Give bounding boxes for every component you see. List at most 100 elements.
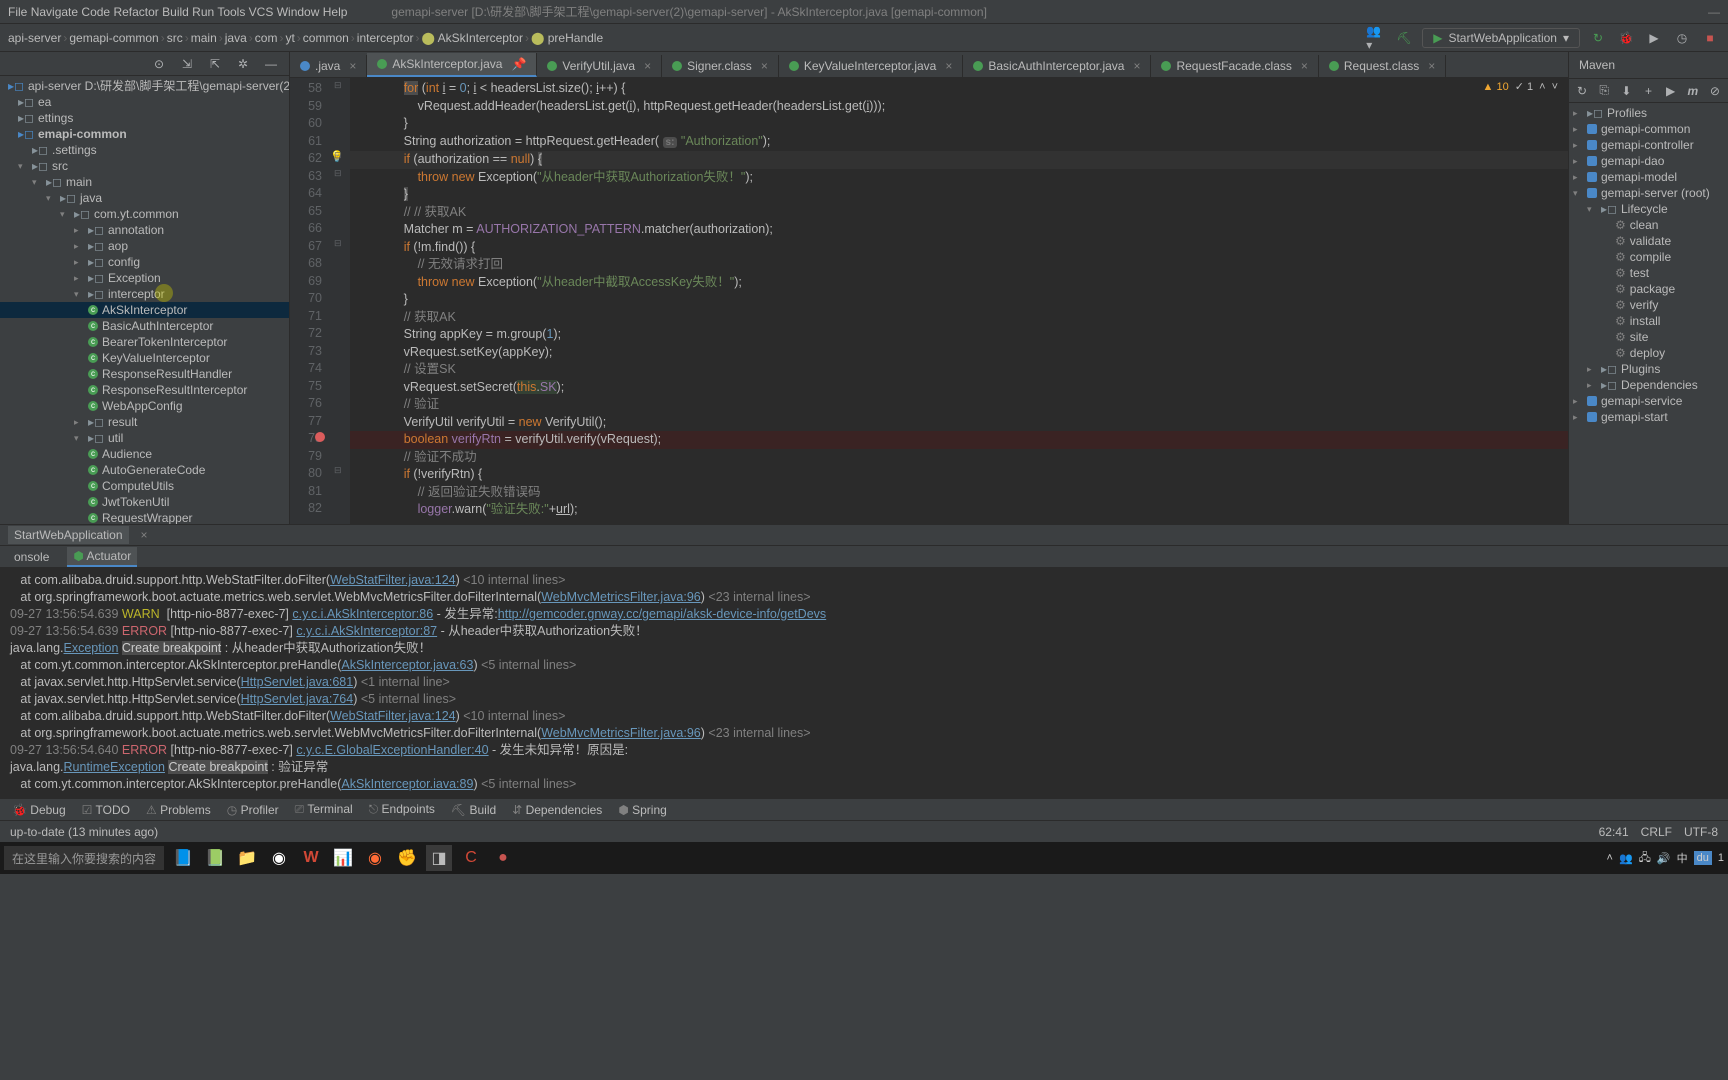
maven-generate-icon[interactable]: ⎘ xyxy=(1597,81,1611,101)
bottom-tab-profiler[interactable]: ◷ Profiler xyxy=(227,803,279,817)
error-count-icon[interactable]: ✓ 1 xyxy=(1515,80,1533,93)
warning-count-icon[interactable]: ▲ 10 xyxy=(1483,81,1509,93)
tree-node-24[interactable]: cAutoGenerateCode xyxy=(0,462,289,478)
bottom-tab-todo[interactable]: ☑ TODO xyxy=(82,803,130,817)
rerun-icon[interactable]: ↻ xyxy=(1588,28,1608,48)
taskbar-postman[interactable]: ◉ xyxy=(362,845,388,871)
close-tab-icon[interactable]: × xyxy=(349,59,356,73)
menu-navigate[interactable]: Navigate xyxy=(31,5,78,19)
tree-node-27[interactable]: cRequestWrapper xyxy=(0,510,289,524)
close-tab-icon[interactable]: × xyxy=(761,59,768,73)
hide-icon[interactable]: — xyxy=(261,54,281,74)
bottom-tab-endpoints[interactable]: ⎋ Endpoints xyxy=(369,802,435,817)
crumb-6[interactable]: yt xyxy=(285,31,294,45)
maven-node-6[interactable]: ▾▸◻Lifecycle xyxy=(1569,201,1728,217)
tree-node-25[interactable]: cComputeUtils xyxy=(0,478,289,494)
breakpoint-icon[interactable] xyxy=(315,432,325,442)
crumb-5[interactable]: com xyxy=(255,31,278,45)
tree-node-16[interactable]: cBearerTokenInterceptor xyxy=(0,334,289,350)
tray-time[interactable]: 1 xyxy=(1718,852,1724,864)
crumb-4[interactable]: java xyxy=(225,31,247,45)
next-highlight-icon[interactable]: ˅ xyxy=(1552,81,1558,93)
editor-tab-0[interactable]: .java× xyxy=(290,55,367,77)
crumb-9[interactable]: ⬤ AkSkInterceptor xyxy=(422,31,523,45)
minimize-icon[interactable]: — xyxy=(1708,5,1720,19)
menu-window[interactable]: Window xyxy=(277,5,320,19)
bottom-tab-terminal[interactable]: ⎚ Terminal xyxy=(295,802,353,817)
console-tab[interactable]: onsole xyxy=(8,548,55,566)
stop-icon[interactable]: ■ xyxy=(1700,28,1720,48)
tree-node-7[interactable]: ▾▸◻java xyxy=(0,190,289,206)
maven-node-16[interactable]: ▸▸◻Plugins xyxy=(1569,361,1728,377)
maven-node-18[interactable]: ▸gemapi-service xyxy=(1569,393,1728,409)
taskbar-intellij[interactable]: ◨ xyxy=(426,845,452,871)
taskbar-record[interactable]: ● xyxy=(490,845,516,871)
crumb-8[interactable]: interceptor xyxy=(357,31,414,45)
prev-highlight-icon[interactable]: ˄ xyxy=(1539,81,1545,93)
menu-code[interactable]: Code xyxy=(81,5,110,19)
crumb-2[interactable]: src xyxy=(167,31,183,45)
tree-node-15[interactable]: cBasicAuthInterceptor xyxy=(0,318,289,334)
taskbar-app-2[interactable]: 📗 xyxy=(202,845,228,871)
editor-tab-4[interactable]: KeyValueInterceptor.java× xyxy=(779,55,964,77)
taskbar-app-1[interactable]: 📘 xyxy=(170,845,196,871)
maven-node-2[interactable]: ▸gemapi-controller xyxy=(1569,137,1728,153)
maven-add-icon[interactable]: + xyxy=(1641,81,1655,101)
maven-node-11[interactable]: ⚙package xyxy=(1569,281,1728,297)
maven-exec-icon[interactable]: m xyxy=(1686,81,1700,101)
tree-node-12[interactable]: ▸▸◻Exception xyxy=(0,270,289,286)
menu-file[interactable]: File xyxy=(8,5,27,19)
maven-node-17[interactable]: ▸▸◻Dependencies xyxy=(1569,377,1728,393)
caret-position[interactable]: 62:41 xyxy=(1599,825,1629,839)
maven-node-7[interactable]: ⚙clean xyxy=(1569,217,1728,233)
maven-node-5[interactable]: ▾gemapi-server (root) xyxy=(1569,185,1728,201)
expand-icon[interactable]: ⇲ xyxy=(177,54,197,74)
taskbar-app-10[interactable]: C xyxy=(458,845,484,871)
menu-help[interactable]: Help xyxy=(323,5,348,19)
close-tab-icon[interactable]: × xyxy=(1301,59,1308,73)
tree-node-6[interactable]: ▾▸◻main xyxy=(0,174,289,190)
tray-chevron-icon[interactable]: ˄ xyxy=(1607,852,1613,864)
maven-node-13[interactable]: ⚙install xyxy=(1569,313,1728,329)
bottom-tab-spring[interactable]: ⬢ Spring xyxy=(618,803,667,817)
tree-node-8[interactable]: ▾▸◻com.yt.common xyxy=(0,206,289,222)
maven-node-15[interactable]: ⚙deploy xyxy=(1569,345,1728,361)
crumb-3[interactable]: main xyxy=(191,31,217,45)
tree-node-11[interactable]: ▸▸◻config xyxy=(0,254,289,270)
close-tab-icon[interactable]: × xyxy=(1133,59,1140,73)
maven-node-12[interactable]: ⚙verify xyxy=(1569,297,1728,313)
users-icon[interactable]: 👥▾ xyxy=(1366,28,1386,48)
bottom-tab-dependencies[interactable]: ⇵ Dependencies xyxy=(512,803,602,817)
select-opened-icon[interactable]: ⊙ xyxy=(149,54,169,74)
tree-node-3[interactable]: ▸◻emapi-common xyxy=(0,126,289,142)
maven-node-19[interactable]: ▸gemapi-start xyxy=(1569,409,1728,425)
settings-icon[interactable]: ✲ xyxy=(233,54,253,74)
tree-node-10[interactable]: ▸▸◻aop xyxy=(0,238,289,254)
tree-node-20[interactable]: cWebAppConfig xyxy=(0,398,289,414)
editor-tab-1[interactable]: AkSkInterceptor.java📌 xyxy=(367,53,537,77)
tree-node-14[interactable]: cAkSkInterceptor xyxy=(0,302,289,318)
close-tab-icon[interactable]: 📌 xyxy=(511,57,526,71)
tree-node-5[interactable]: ▾▸◻src xyxy=(0,158,289,174)
tray-network-icon[interactable]: 🖧 xyxy=(1639,849,1651,868)
crumb-1[interactable]: gemapi-common xyxy=(69,31,158,45)
maven-node-4[interactable]: ▸gemapi-model xyxy=(1569,169,1728,185)
code-body[interactable]: for (int i = 0; i < headersList.size(); … xyxy=(350,78,1568,524)
maven-node-14[interactable]: ⚙site xyxy=(1569,329,1728,345)
tree-node-19[interactable]: cResponseResultInterceptor xyxy=(0,382,289,398)
editor-tab-3[interactable]: Signer.class× xyxy=(662,55,779,77)
menu-build[interactable]: Build xyxy=(162,5,189,19)
taskbar-app-8[interactable]: ✊ xyxy=(394,845,420,871)
run-config-selector[interactable]: ▶ StartWebApplication ▾ xyxy=(1422,28,1580,48)
coverage-icon[interactable]: ▶ xyxy=(1644,28,1664,48)
build-hammer-icon[interactable]: ⛏ xyxy=(1394,28,1414,48)
actuator-tab[interactable]: ⬢ Actuator xyxy=(67,547,137,567)
taskbar-wps[interactable]: W xyxy=(298,845,324,871)
taskbar-explorer[interactable]: 📁 xyxy=(234,845,260,871)
close-tab-icon[interactable]: × xyxy=(644,59,651,73)
maven-node-10[interactable]: ⚙test xyxy=(1569,265,1728,281)
line-separator[interactable]: CRLF xyxy=(1641,825,1672,839)
editor-tab-2[interactable]: VerifyUtil.java× xyxy=(537,55,662,77)
maven-download-icon[interactable]: ⬇ xyxy=(1619,81,1633,101)
tray-ime[interactable]: 中 xyxy=(1677,850,1688,866)
